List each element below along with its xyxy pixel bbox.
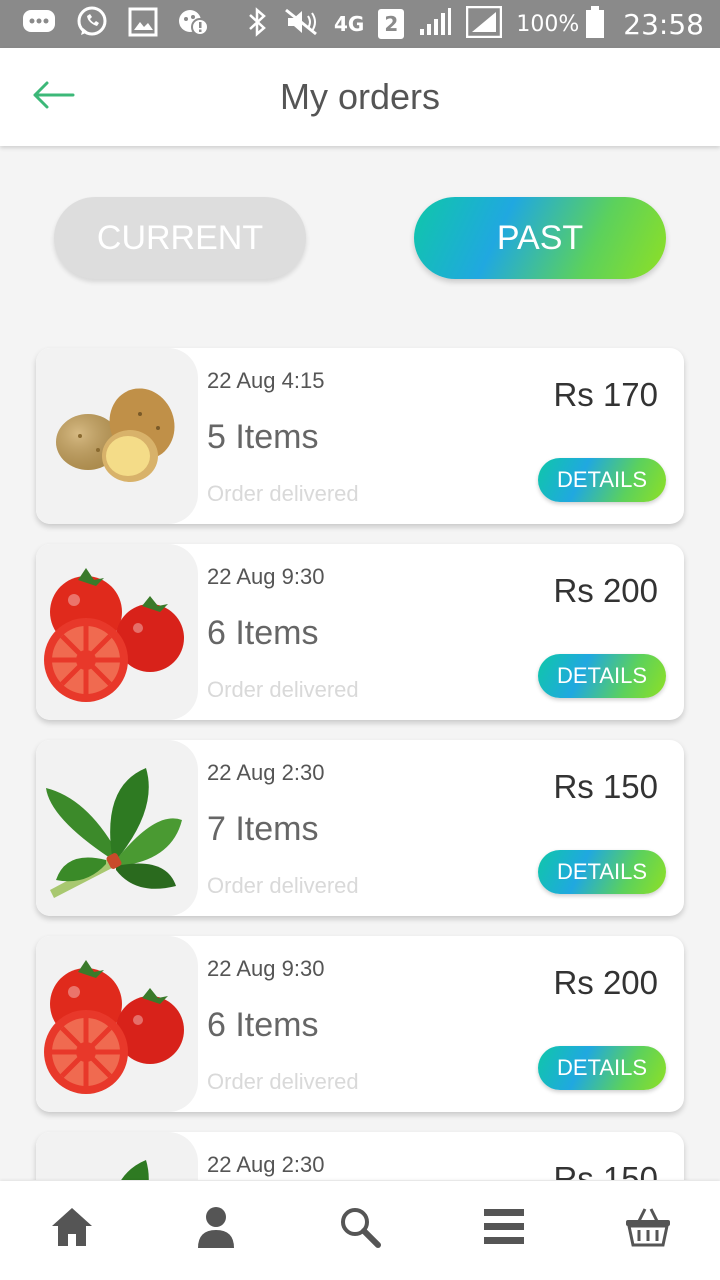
product-thumbnail xyxy=(36,1132,198,1180)
details-button[interactable]: DETAILS xyxy=(538,1046,666,1090)
order-status: Order delivered xyxy=(207,677,359,702)
order-status: Order delivered xyxy=(207,481,359,506)
nav-search[interactable] xyxy=(330,1199,390,1259)
gallery-icon xyxy=(128,7,158,41)
page-title: My orders xyxy=(279,76,441,117)
order-price: Rs 170 xyxy=(553,376,658,413)
order-date: 22 Aug 9:30 xyxy=(207,564,325,589)
spinach-image xyxy=(121,1160,149,1180)
order-item-count: 6 Items xyxy=(207,1006,319,1044)
tab-current[interactable]: CURRENT xyxy=(54,197,306,279)
order-date: 22 Aug 2:30 xyxy=(207,1152,325,1177)
user-icon xyxy=(198,1206,234,1252)
clock: 23:58 xyxy=(623,7,704,41)
order-price: Rs 150 xyxy=(553,1160,658,1180)
order-item-count: 6 Items xyxy=(207,614,319,652)
battery-icon xyxy=(585,6,605,42)
home-icon xyxy=(50,1206,94,1252)
order-date: 22 Aug 4:15 xyxy=(207,368,325,393)
product-thumbnail xyxy=(36,936,198,1112)
tab-past[interactable]: PAST xyxy=(414,197,666,279)
menu-icon xyxy=(484,1209,524,1249)
bottom-nav xyxy=(0,1181,720,1280)
bluetooth-icon xyxy=(244,7,270,41)
signal-icon xyxy=(418,7,452,41)
chat-bubble-icon xyxy=(22,8,56,40)
order-card[interactable]: 22 Aug 9:30 6 Items Order delivered Rs 2… xyxy=(36,936,684,1112)
order-price: Rs 200 xyxy=(553,964,658,1001)
nav-profile[interactable] xyxy=(186,1199,246,1259)
notification-alert-icon xyxy=(178,7,210,41)
mute-icon xyxy=(284,8,320,40)
order-card[interactable]: 22 Aug 9:30 6 Items Order delivered Rs 2… xyxy=(36,544,684,720)
product-thumbnail xyxy=(36,740,198,916)
sim-icon: 2 xyxy=(378,9,405,39)
details-button[interactable]: DETAILS xyxy=(538,850,666,894)
spinach-image xyxy=(46,768,182,898)
order-card[interactable]: 22 Aug 2:30 Rs 150 xyxy=(36,1132,684,1180)
search-icon xyxy=(339,1206,381,1252)
order-card[interactable]: 22 Aug 2:30 7 Items Order delivered Rs 1… xyxy=(36,740,684,916)
details-button[interactable]: DETAILS xyxy=(538,654,666,698)
order-date: 22 Aug 9:30 xyxy=(207,956,325,981)
status-bar: 4G 2 100% 23:58 xyxy=(0,0,720,48)
tomato-image xyxy=(44,960,184,1094)
order-item-count: 5 Items xyxy=(207,418,319,456)
order-price: Rs 150 xyxy=(553,768,658,805)
tomato-image xyxy=(44,568,184,702)
battery-percent: 100% xyxy=(516,11,580,37)
order-date: 22 Aug 2:30 xyxy=(207,760,325,785)
nav-home[interactable] xyxy=(42,1199,102,1259)
product-thumbnail xyxy=(36,544,198,720)
order-item-count: 7 Items xyxy=(207,810,319,848)
signal-sim2-icon xyxy=(466,5,503,42)
order-card[interactable]: 22 Aug 4:15 5 Items Order delivered Rs 1… xyxy=(36,348,684,524)
details-button[interactable]: DETAILS xyxy=(538,458,666,502)
product-thumbnail xyxy=(36,348,198,524)
sim-label: 2 xyxy=(378,9,405,39)
potato-image xyxy=(56,388,175,482)
order-price: Rs 200 xyxy=(553,572,658,609)
order-status: Order delivered xyxy=(207,873,359,898)
whatsapp-icon xyxy=(76,6,108,42)
basket-icon xyxy=(625,1207,671,1251)
order-status: Order delivered xyxy=(207,1069,359,1094)
nav-basket[interactable] xyxy=(618,1199,678,1259)
nav-menu[interactable] xyxy=(474,1199,534,1259)
order-list[interactable]: 22 Aug 4:15 5 Items Order delivered Rs 1… xyxy=(0,340,720,1180)
app-bar: My orders xyxy=(0,48,720,146)
network-type-label: 4G xyxy=(334,12,365,36)
